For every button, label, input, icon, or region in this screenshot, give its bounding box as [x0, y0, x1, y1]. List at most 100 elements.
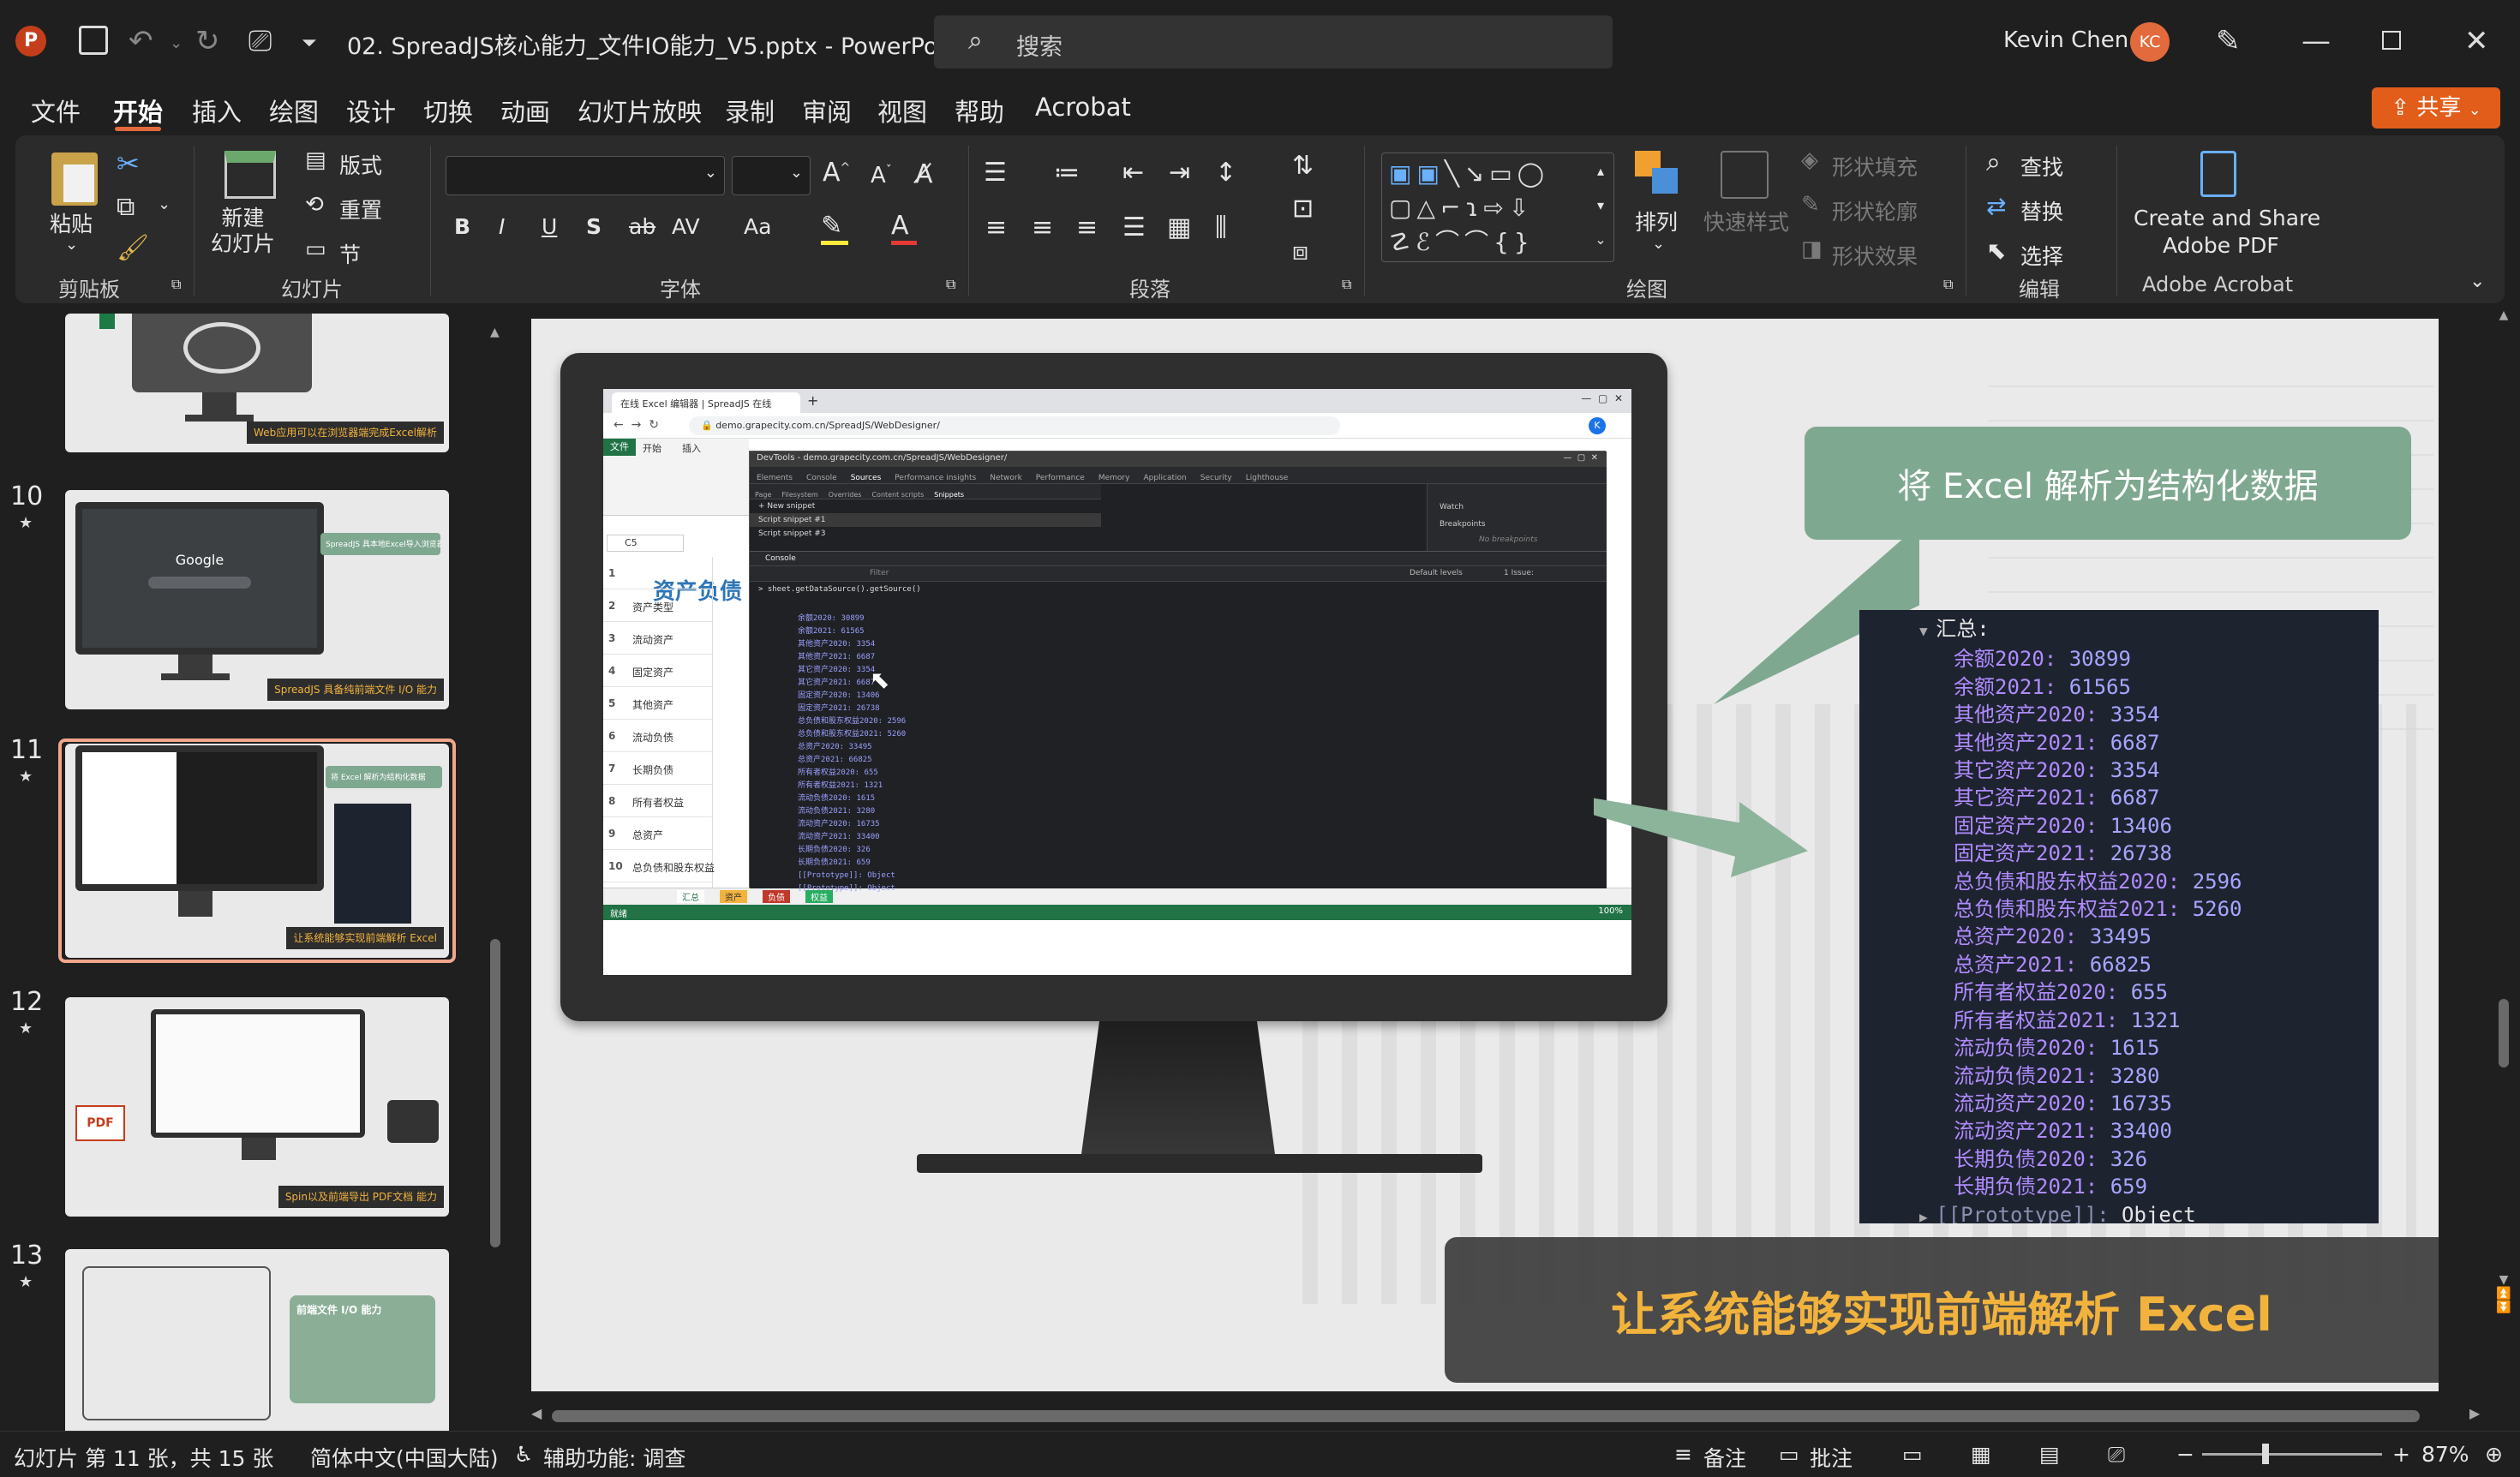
- scribble-shape-icon[interactable]: ℰ: [1416, 228, 1435, 256]
- select-button[interactable]: 选择: [2020, 240, 2063, 271]
- profile-icon[interactable]: K: [1589, 417, 1606, 434]
- font-color-icon[interactable]: A: [891, 211, 917, 245]
- cut-icon[interactable]: ✂: [117, 147, 140, 180]
- new-tab-icon[interactable]: +: [807, 392, 818, 409]
- menu-home[interactable]: 开始: [113, 93, 163, 129]
- designer-home-tab[interactable]: 开始: [643, 441, 661, 455]
- v-scroll-thumb[interactable]: [2499, 999, 2509, 1067]
- sheet-row[interactable]: 8 所有者权益: [603, 785, 712, 817]
- align-center-icon[interactable]: ≡: [1032, 212, 1053, 242]
- arrange-dropdown-icon[interactable]: ⌄: [1652, 235, 1665, 253]
- slide-counter[interactable]: 幻灯片 第 11 张，共 15 张: [14, 1442, 273, 1473]
- find-icon[interactable]: ⌕: [1986, 147, 2001, 177]
- bullets-icon[interactable]: ☰: [984, 158, 1007, 188]
- layout-icon[interactable]: ▤: [305, 147, 326, 173]
- snippet-item[interactable]: Script snippet #1: [750, 513, 1101, 527]
- clipboard-launcher-icon[interactable]: ⧉: [171, 276, 181, 293]
- normal-view-icon[interactable]: ▭: [1902, 1442, 1923, 1467]
- curved-connector-icon[interactable]: ɿ: [1465, 194, 1483, 222]
- undo-icon[interactable]: ↶: [129, 24, 153, 58]
- browser-tab[interactable]: 在线 Excel 编辑器 | SpreadJS 在线: [612, 392, 800, 413]
- scroll-down-icon[interactable]: ▼: [2493, 1273, 2514, 1287]
- align-right-icon[interactable]: ≡: [1076, 212, 1098, 242]
- scroll-right-icon[interactable]: ▶: [2469, 1405, 2480, 1421]
- address-bar[interactable]: 🔒 demo.grapecity.com.cn/SpreadJS/WebDesi…: [689, 416, 1340, 435]
- reset-button[interactable]: 重置: [339, 194, 382, 224]
- sheet-row[interactable]: 9 总资产: [603, 817, 712, 850]
- nav-icons[interactable]: ← → ↻: [614, 418, 659, 432]
- line-shape-icon[interactable]: ╲: [1445, 159, 1464, 188]
- sheet-cell[interactable]: 所有者权益: [632, 795, 684, 810]
- columns-icon[interactable]: ⫼: [1215, 212, 1227, 242]
- expand-triangle-icon[interactable]: ▼: [1919, 623, 1936, 639]
- new-slide-icon[interactable]: [224, 151, 276, 199]
- arc-shape-icon[interactable]: ⌒: [1435, 228, 1464, 256]
- customize-qat-icon[interactable]: ⏷: [302, 33, 317, 54]
- devtools-window-controls[interactable]: — ▢ ✕: [1563, 453, 1598, 463]
- zoom-out-icon[interactable]: −: [2176, 1442, 2194, 1467]
- char-spacing-icon[interactable]: AV: [672, 214, 700, 239]
- sheet-tab[interactable]: 资产: [720, 890, 747, 903]
- shape-effects-button[interactable]: 形状效果: [1832, 240, 1918, 271]
- powerpoint-icon[interactable]: P: [15, 26, 46, 57]
- console-drawer-tab[interactable]: Console: [750, 551, 1607, 566]
- decrease-indent-icon[interactable]: ⇤: [1122, 158, 1144, 188]
- next-slide-icon[interactable]: ⏬: [2493, 1301, 2514, 1314]
- devtools-window[interactable]: DevTools - demo.grapecity.com.cn/SpreadJ…: [749, 451, 1607, 893]
- designer-insert-tab[interactable]: 插入: [682, 441, 701, 455]
- triangle-shape-icon[interactable]: △: [1416, 194, 1440, 222]
- create-share-label[interactable]: Create and Share: [2134, 206, 2320, 230]
- scroll-up-icon[interactable]: ▲: [490, 326, 504, 339]
- shape-fill-button[interactable]: 形状填充: [1832, 151, 1918, 182]
- font-name-select[interactable]: ⌄: [446, 156, 725, 195]
- reading-view-icon[interactable]: ▤: [2039, 1442, 2060, 1467]
- sheet-cell[interactable]: 固定资产: [632, 665, 673, 679]
- freeform-shape-icon[interactable]: ☡: [1389, 228, 1416, 256]
- close-icon[interactable]: ✕: [2464, 24, 2489, 58]
- snippet-item[interactable]: Script snippet #3: [750, 527, 1101, 541]
- comments-icon[interactable]: ▭: [1779, 1442, 1799, 1467]
- layout-button[interactable]: 版式: [339, 149, 382, 180]
- zoom-level[interactable]: 87%: [2421, 1442, 2469, 1467]
- maximize-icon[interactable]: [2382, 31, 2401, 50]
- shape-outline-button[interactable]: 形状轮廓: [1832, 195, 1918, 226]
- zoom-in-icon[interactable]: +: [2392, 1442, 2410, 1467]
- sheet-cell[interactable]: 总负债和股东权益: [632, 860, 715, 875]
- shape-effects-icon[interactable]: ◨: [1801, 236, 1823, 262]
- devtools-tab[interactable]: Security: [1194, 470, 1239, 486]
- prev-slide-icon[interactable]: ⏫: [2493, 1287, 2514, 1301]
- sheet-tab[interactable]: 汇总: [677, 890, 704, 903]
- arrange-label[interactable]: 排列: [1635, 206, 1678, 236]
- copy-dropdown-icon[interactable]: ⌄: [158, 195, 171, 213]
- adobe-pdf-label[interactable]: Adobe PDF: [2163, 233, 2279, 258]
- decrease-font-icon[interactable]: Aˇ: [871, 163, 892, 188]
- distributed-icon[interactable]: ▦: [1167, 212, 1191, 242]
- strikethrough-icon[interactable]: ab: [629, 214, 655, 239]
- slideshow-icon[interactable]: ⎚: [2108, 1442, 2125, 1468]
- rounded-rect-shape-icon[interactable]: ▢: [1389, 194, 1416, 222]
- h-scroll-thumb[interactable]: [552, 1410, 2420, 1422]
- paragraph-launcher-icon[interactable]: ⧉: [1342, 276, 1351, 293]
- quick-styles-icon[interactable]: [1721, 151, 1769, 199]
- select-icon[interactable]: ⬉: [1986, 236, 2006, 265]
- textbox-shape-icon[interactable]: ▣: [1389, 159, 1416, 188]
- underline-icon[interactable]: U: [542, 214, 557, 239]
- designer-file-tab[interactable]: 文件: [603, 439, 636, 456]
- sheet-cell[interactable]: 长期负债: [632, 762, 673, 777]
- arrange-icon[interactable]: [1635, 151, 1681, 197]
- breakpoints-section[interactable]: Breakpoints: [1440, 520, 1486, 529]
- clear-format-icon[interactable]: A̸: [915, 159, 933, 189]
- vertical-scrollbar[interactable]: ▲ ▼ ⏫ ⏬: [2493, 308, 2514, 1396]
- slide-thumbnail-9[interactable]: Web应用可以在浏览器端完成Excel解析: [65, 314, 449, 452]
- slide-sorter-icon[interactable]: ▦: [1971, 1442, 1991, 1467]
- devtools-tab[interactable]: Application: [1136, 470, 1193, 486]
- shape-outline-icon[interactable]: ✎: [1801, 192, 1820, 218]
- italic-icon[interactable]: I: [499, 214, 505, 239]
- font-size-select[interactable]: ⌄: [732, 156, 811, 195]
- present-icon[interactable]: ⎚: [248, 24, 272, 58]
- slide-thumbnail-11[interactable]: 将 Excel 解析为结构化数据 让系统能够实现前端解析 Excel: [65, 744, 449, 958]
- drawing-launcher-icon[interactable]: ⧉: [1943, 276, 1953, 293]
- redo-icon[interactable]: ↻: [195, 24, 220, 58]
- sheet-row[interactable]: 10 总负债和股东权益: [603, 850, 715, 882]
- slide-thumbnail-10[interactable]: Google SpreadJS 具本地Excel导入浏览器 SpreadJS 具…: [65, 490, 449, 709]
